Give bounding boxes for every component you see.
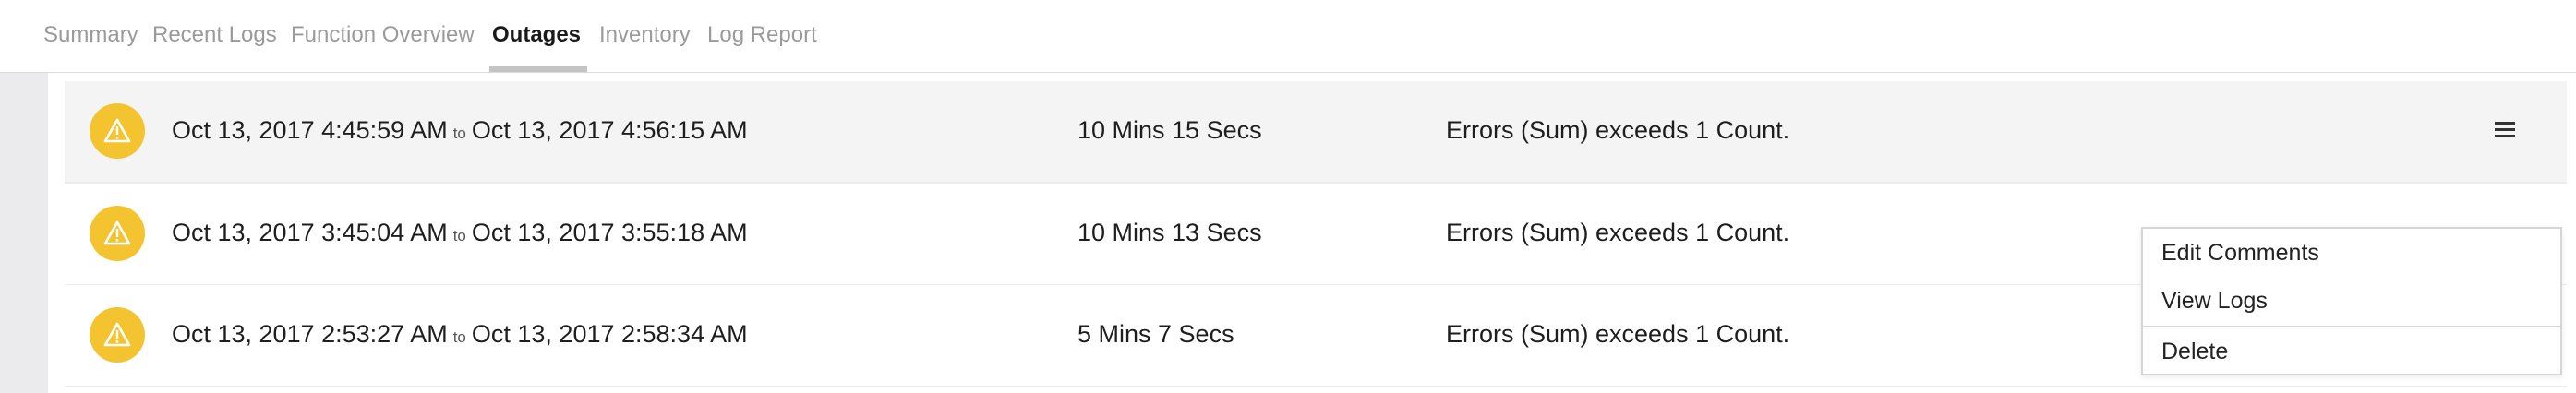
outage-time-range: Oct 13, 2017 3:45:04 AM to Oct 13, 2017 3:…: [172, 219, 748, 247]
outage-reason: Errors (Sum) exceeds 1 Count.: [1446, 219, 1790, 246]
tab-summary[interactable]: Summary: [43, 22, 138, 48]
to-label: to: [452, 125, 466, 142]
view-logs-menu-item[interactable]: View Logs: [2143, 277, 2560, 325]
outage-reason: Errors (Sum) exceeds 1 Count.: [1446, 320, 1790, 348]
outage-duration: 5 Mins 7 Secs: [1077, 320, 1234, 348]
hamburger-menu-icon[interactable]: [2495, 122, 2515, 138]
edit-comments-menu-item[interactable]: Edit Comments: [2143, 229, 2560, 277]
menu-item-label: Edit Comments: [2161, 240, 2319, 266]
delete-menu-item[interactable]: Delete: [2143, 328, 2560, 375]
outage-duration: 10 Mins 13 Secs: [1077, 219, 1262, 246]
outage-end: Oct 13, 2017 2:58:34 AM: [471, 320, 748, 348]
warning-icon: [90, 307, 145, 363]
tab-log-report[interactable]: Log Report: [707, 22, 817, 48]
outage-duration: 10 Mins 15 Secs: [1077, 116, 1262, 144]
outage-reason: Errors (Sum) exceeds 1 Count.: [1446, 116, 1790, 144]
outages-list: Oct 13, 2017 4:45:59 AM to Oct 13, 2017 4:…: [48, 73, 2576, 393]
outage-start: Oct 13, 2017 4:45:59 AM: [172, 116, 448, 144]
outage-end: Oct 13, 2017 3:55:18 AM: [471, 219, 748, 246]
outage-time-range: Oct 13, 2017 2:53:27 AM to Oct 13, 2017 2:…: [172, 320, 748, 349]
tab-bar: Summary Recent Logs Function Overview Ou…: [0, 0, 2576, 73]
outage-start: Oct 13, 2017 2:53:27 AM: [172, 320, 448, 348]
menu-item-label: Delete: [2161, 339, 2229, 364]
to-label: to: [452, 227, 466, 244]
tab-inventory[interactable]: Inventory: [599, 22, 691, 48]
outage-end: Oct 13, 2017 4:56:15 AM: [471, 116, 748, 144]
outage-time-range: Oct 13, 2017 4:45:59 AM to Oct 13, 2017 4:…: [172, 116, 748, 145]
menu-item-label: View Logs: [2161, 288, 2268, 314]
tab-recent-logs[interactable]: Recent Logs: [152, 22, 277, 48]
to-label: to: [452, 328, 466, 346]
warning-icon: [90, 103, 145, 159]
outage-start: Oct 13, 2017 3:45:04 AM: [172, 219, 448, 246]
active-tab-indicator: [489, 66, 587, 72]
row-actions-dropdown: Edit Comments View Logs Delete: [2141, 227, 2562, 375]
tab-outages[interactable]: Outages: [492, 22, 581, 48]
outage-row[interactable]: Oct 13, 2017 4:45:59 AM to Oct 13, 2017 4:…: [65, 81, 2567, 184]
warning-icon: [90, 206, 145, 261]
tab-function-overview[interactable]: Function Overview: [291, 22, 475, 48]
